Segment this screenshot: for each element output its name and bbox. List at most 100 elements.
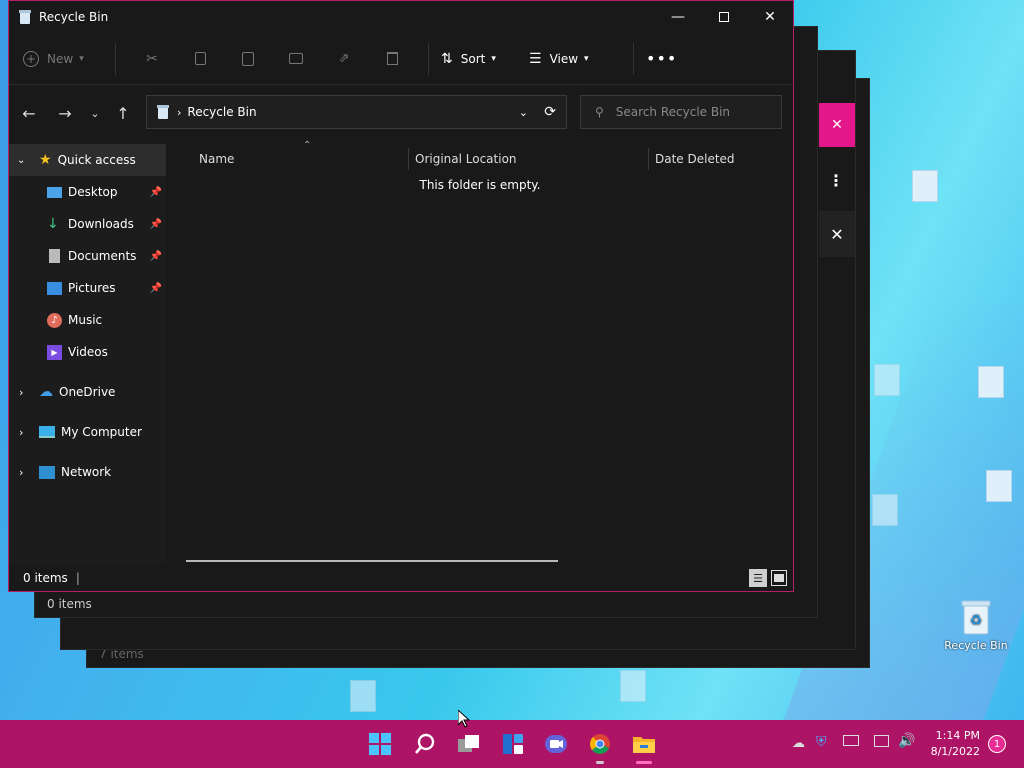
search-icon: ⚲ <box>595 105 604 119</box>
minimize-button[interactable]: — <box>655 1 701 33</box>
clock-date: 8/1/2022 <box>930 745 980 758</box>
search-button[interactable] <box>413 732 437 756</box>
tiles-view-button[interactable] <box>771 570 787 586</box>
up-button[interactable]: ↑ <box>109 104 137 123</box>
search-icon <box>415 733 435 754</box>
desktop-file-icon[interactable] <box>350 680 376 712</box>
desktop-file-icon[interactable] <box>978 366 1004 398</box>
clipboard-icon <box>242 51 254 66</box>
nav-item-my-computer[interactable]: › My Computer <box>9 416 166 448</box>
view-icon: ☰ <box>529 50 542 67</box>
sort-icon: ⇅ <box>441 50 453 67</box>
start-button[interactable] <box>368 732 392 756</box>
nav-quick-access[interactable]: ⌄ ★ Quick access <box>9 144 166 176</box>
keyboard-icon[interactable] <box>843 735 859 746</box>
toolbar-divider <box>428 42 429 75</box>
item-count: 0 items <box>23 571 68 585</box>
address-bar[interactable]: › Recycle Bin ⌄ ⟳ <box>146 95 567 129</box>
close-button[interactable]: ✕ <box>747 1 793 33</box>
desktop-file-icon[interactable] <box>620 670 646 702</box>
task-view-icon <box>458 735 479 752</box>
mouse-cursor-icon <box>458 710 470 728</box>
nav-item-music[interactable]: ♪ Music <box>9 304 166 336</box>
paste-button[interactable] <box>224 51 272 66</box>
back-button[interactable]: ← <box>13 104 45 123</box>
column-date-label: Date Deleted <box>655 152 735 166</box>
desktop-file-icon[interactable] <box>872 494 898 526</box>
clock[interactable]: 1:14 PM 8/1/2022 <box>931 728 980 760</box>
desktop-file-icon[interactable] <box>912 170 938 202</box>
navigation-pane: ⌄ ★ Quick access Desktop 📌 ↓ Downloads 📌… <box>9 144 166 564</box>
svg-text:♻: ♻ <box>970 613 983 629</box>
nav-item-documents[interactable]: Documents 📌 <box>9 240 166 272</box>
task-view-button[interactable] <box>457 732 481 756</box>
recent-locations-button[interactable]: ⌄ <box>81 107 109 120</box>
arrow-left-icon: ← <box>22 103 36 123</box>
status-bar: 0 items | ☰ <box>9 565 793 591</box>
column-header-original-location[interactable]: Original Location <box>415 144 517 174</box>
widgets-icon <box>503 734 523 754</box>
share-button[interactable]: ⇗ <box>320 51 368 66</box>
chrome-button[interactable] <box>588 732 612 756</box>
notification-badge[interactable]: 1 <box>988 735 1006 753</box>
nav-item-pictures[interactable]: Pictures 📌 <box>9 272 166 304</box>
forward-button[interactable]: → <box>49 104 81 123</box>
recycle-bin-icon <box>157 105 169 119</box>
chat-button[interactable] <box>544 732 568 756</box>
ghost-status-1: 0 items <box>47 597 92 611</box>
share-icon: ⇗ <box>338 51 350 66</box>
desktop-file-icon[interactable] <box>874 364 900 396</box>
sort-button[interactable]: ⇅ Sort ▾ <box>441 51 525 67</box>
rename-button[interactable] <box>272 53 320 64</box>
cloud-offline-icon[interactable]: ☁ <box>792 736 805 751</box>
more-options-icon[interactable]: ⋮ <box>819 155 853 205</box>
nav-item-videos[interactable]: ▶ Videos <box>9 336 166 368</box>
desktop-file-icon[interactable] <box>986 470 1012 502</box>
close-icon[interactable]: ✕ <box>819 103 855 147</box>
maximize-icon <box>719 12 729 22</box>
pin-icon: 📌 <box>149 218 162 230</box>
column-divider[interactable] <box>648 148 649 170</box>
chevron-down-icon: ▾ <box>79 53 84 64</box>
empty-folder-message: This folder is empty. <box>419 178 541 192</box>
network-icon <box>39 465 55 479</box>
nav-item-network[interactable]: › Network <box>9 456 166 488</box>
maximize-button[interactable] <box>701 1 747 33</box>
security-shield-icon[interactable]: ⛨ <box>816 734 827 750</box>
chevron-right-icon: › <box>19 465 24 479</box>
delete-button[interactable] <box>368 52 416 65</box>
search-box[interactable]: ⚲ Search Recycle Bin <box>580 95 782 129</box>
nav-item-label: Downloads <box>68 217 134 231</box>
copy-button[interactable] <box>176 52 224 65</box>
video-icon: ▶ <box>47 344 62 360</box>
cut-button[interactable]: ✂ <box>128 51 176 67</box>
pin-icon: 📌 <box>149 186 162 198</box>
more-button[interactable]: ••• <box>646 49 677 68</box>
network-icon[interactable] <box>874 735 889 747</box>
address-dropdown-button[interactable]: ⌄ <box>519 106 528 119</box>
refresh-button[interactable]: ⟳ <box>544 104 556 120</box>
clock-time: 1:14 PM <box>935 729 980 742</box>
details-view-button[interactable]: ☰ <box>749 569 767 587</box>
title-bar[interactable]: Recycle Bin — ✕ <box>9 1 793 33</box>
minimize-icon: — <box>671 9 685 25</box>
nav-item-onedrive[interactable]: › ☁ OneDrive <box>9 376 166 408</box>
volume-icon[interactable]: 🔊 <box>898 733 915 749</box>
chevron-down-icon: ▾ <box>584 53 589 64</box>
column-divider[interactable] <box>408 148 409 170</box>
nav-item-label: Network <box>61 465 112 479</box>
nav-item-downloads[interactable]: ↓ Downloads 📌 <box>9 208 166 240</box>
view-button[interactable]: ☰ View ▾ <box>529 51 621 67</box>
column-header-name[interactable]: Name <box>199 144 234 174</box>
file-explorer-button[interactable] <box>632 732 656 756</box>
chrome-icon <box>590 734 610 754</box>
horizontal-scrollbar[interactable] <box>186 560 558 562</box>
nav-item-desktop[interactable]: Desktop 📌 <box>9 176 166 208</box>
new-button[interactable]: + New ▾ <box>23 50 103 67</box>
column-header-date-deleted[interactable]: Date Deleted <box>655 144 735 174</box>
close-icon[interactable]: ✕ <box>819 211 855 257</box>
nav-item-label: My Computer <box>61 425 142 439</box>
widgets-button[interactable] <box>501 732 525 756</box>
chevron-down-icon: ⌄ <box>17 154 26 166</box>
desktop-recycle-bin[interactable]: ♻ Recycle Bin <box>944 598 1008 652</box>
